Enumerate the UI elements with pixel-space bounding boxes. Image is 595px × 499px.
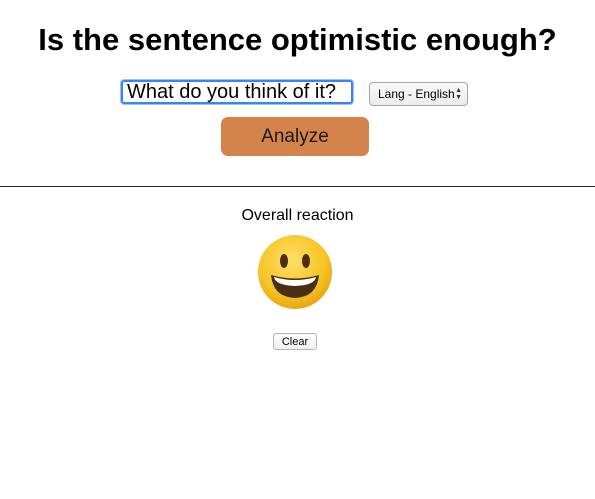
- grinning-face-icon: [258, 235, 332, 309]
- clear-button[interactable]: Clear: [273, 333, 317, 350]
- language-select[interactable]: Lang - English ▲ ▼: [369, 82, 468, 106]
- page-title: Is the sentence optimistic enough?: [38, 22, 557, 57]
- page: Is the sentence optimistic enough? Lang …: [0, 0, 595, 499]
- sentence-input[interactable]: [120, 79, 354, 105]
- language-select-value: Lang - English: [378, 87, 455, 101]
- select-arrows-icon: ▲ ▼: [455, 87, 462, 101]
- divider: [0, 186, 595, 187]
- analyze-button[interactable]: Analyze: [221, 117, 369, 156]
- overall-reaction-label: Overall reaction: [241, 207, 354, 224]
